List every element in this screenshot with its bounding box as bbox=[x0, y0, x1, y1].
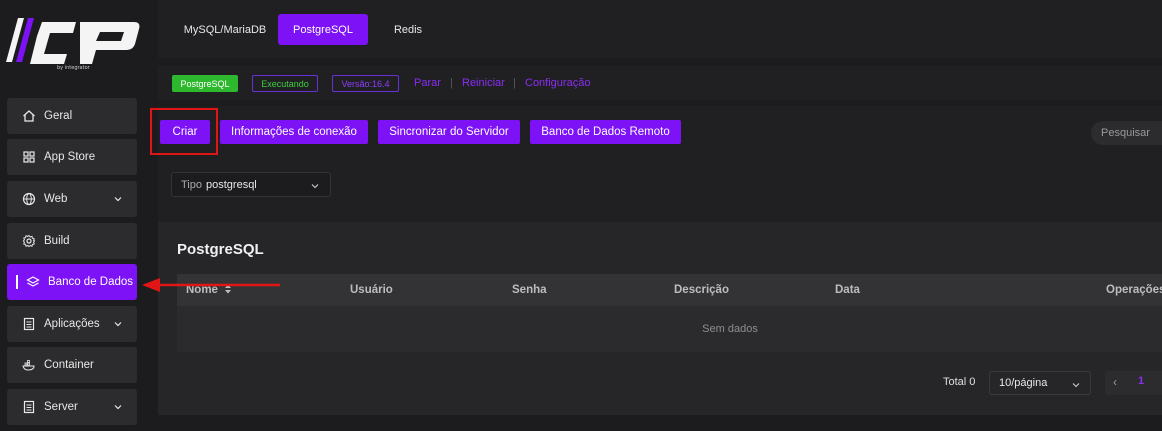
page-size-value: 10/página bbox=[999, 377, 1048, 389]
sidebar-item-web[interactable]: Web bbox=[7, 181, 137, 217]
chevron-down-icon bbox=[1072, 383, 1080, 388]
service-status-bar: PostgreSQL Executando Versão:16.4 Parar … bbox=[158, 66, 1162, 100]
sidebar-item-label: Aplicações bbox=[44, 318, 100, 330]
page-number[interactable]: 1 bbox=[1138, 375, 1144, 387]
logo-subtitle: by integrator bbox=[57, 65, 90, 71]
sidebar-item-label: Server bbox=[44, 401, 78, 413]
column-header-usuario: Usuário bbox=[350, 284, 393, 296]
sidebar-item-label: Build bbox=[44, 235, 70, 247]
sidebar-item-app-store[interactable]: App Store bbox=[7, 139, 137, 175]
version-badge: Versão:16.4 bbox=[332, 75, 399, 92]
type-select-value: postgresql bbox=[206, 178, 257, 191]
sidebar-item-container[interactable]: Container bbox=[7, 347, 137, 383]
section-title: PostgreSQL bbox=[177, 241, 264, 258]
docker-icon bbox=[22, 358, 36, 372]
status-badge: Executando bbox=[252, 75, 318, 92]
chevron-down-icon bbox=[114, 197, 122, 202]
chevron-left-icon[interactable]: ‹ bbox=[1113, 375, 1117, 389]
table-header bbox=[177, 274, 1162, 306]
sidebar-item-aplicacoes[interactable]: Aplicações bbox=[7, 306, 137, 342]
chevron-down-icon bbox=[114, 322, 122, 327]
tab-postgresql[interactable]: PostgreSQL bbox=[278, 14, 368, 45]
chevron-down-icon bbox=[311, 184, 319, 189]
document-icon bbox=[22, 317, 36, 331]
sidebar-item-build[interactable]: Build bbox=[7, 223, 137, 259]
logo bbox=[6, 18, 140, 64]
database-tabs: MySQL/MariaDB PostgreSQL Redis bbox=[158, 0, 1162, 58]
connection-info-button[interactable]: Informações de conexão bbox=[220, 120, 368, 144]
column-header-descricao: Descrição bbox=[674, 284, 729, 296]
tab-redis[interactable]: Redis bbox=[380, 14, 436, 45]
stop-link[interactable]: Parar bbox=[414, 77, 441, 89]
gear-icon bbox=[22, 234, 36, 248]
tab-mysql[interactable]: MySQL/MariaDB bbox=[170, 14, 280, 45]
globe-icon bbox=[22, 192, 36, 206]
sidebar-item-label: Container bbox=[44, 359, 94, 371]
column-header-senha: Senha bbox=[512, 284, 547, 296]
sidebar-item-label: Geral bbox=[44, 110, 73, 122]
search-input[interactable]: Pesquisar bbox=[1091, 121, 1162, 145]
sync-from-server-button[interactable]: Sincronizar do Servidor bbox=[378, 120, 520, 144]
sidebar-item-geral[interactable]: Geral bbox=[7, 98, 137, 134]
type-select-label: Tipo bbox=[181, 178, 202, 191]
sidebar: by integrator Geral App Store Web Build … bbox=[0, 0, 143, 431]
document-icon bbox=[22, 400, 36, 414]
column-header-operacoes: Operações bbox=[1106, 284, 1162, 296]
sidebar-item-label: Web bbox=[44, 193, 68, 205]
remote-database-button[interactable]: Banco de Dados Remoto bbox=[530, 120, 681, 144]
highlight-box bbox=[150, 108, 218, 155]
total-count: Total 0 bbox=[943, 376, 976, 388]
separator: | bbox=[513, 77, 516, 89]
sidebar-item-server[interactable]: Server bbox=[7, 389, 137, 425]
pagination: ‹ 1 bbox=[1105, 371, 1162, 395]
page-size-select[interactable]: 10/página bbox=[989, 371, 1091, 395]
grid-icon bbox=[22, 150, 36, 164]
app-root: by integrator Geral App Store Web Build … bbox=[0, 0, 1162, 431]
layers-icon bbox=[26, 275, 40, 289]
separator: | bbox=[450, 77, 453, 89]
chevron-down-icon bbox=[114, 405, 122, 410]
configuration-link[interactable]: Configuração bbox=[525, 77, 590, 89]
column-header-data: Data bbox=[835, 284, 860, 296]
annotation-arrow bbox=[142, 278, 280, 292]
type-select[interactable]: Tipo postgresql bbox=[171, 172, 331, 197]
restart-link[interactable]: Reiniciar bbox=[462, 77, 505, 89]
active-indicator bbox=[16, 275, 18, 289]
home-icon bbox=[22, 109, 36, 123]
service-name-badge: PostgreSQL bbox=[172, 75, 238, 92]
sidebar-item-label: App Store bbox=[44, 151, 96, 163]
empty-state-text: Sem dados bbox=[702, 323, 758, 335]
sidebar-item-label: Banco de Dados bbox=[48, 276, 134, 288]
sidebar-item-banco-de-dados[interactable]: Banco de Dados bbox=[7, 264, 137, 300]
